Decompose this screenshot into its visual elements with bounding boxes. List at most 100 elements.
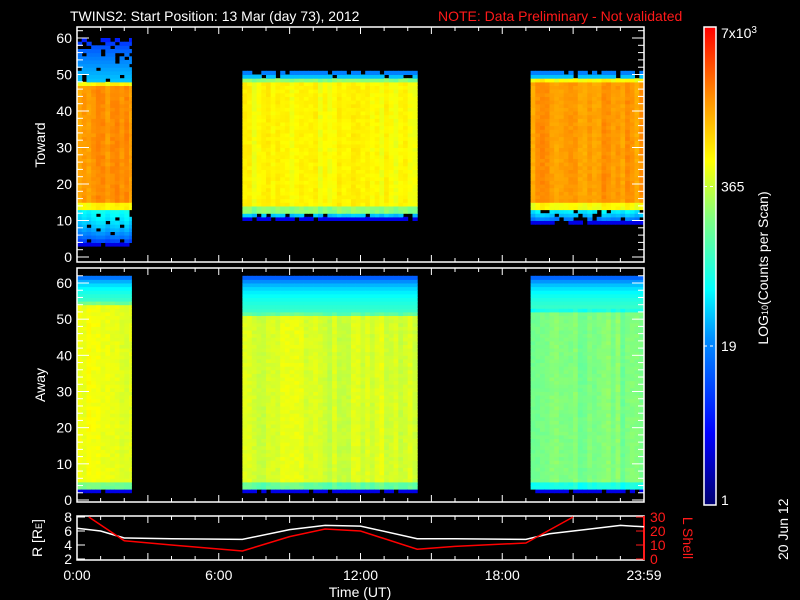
heatmap-cell: [610, 107, 617, 112]
heatmap-cell: [554, 136, 560, 141]
heatmap-cell: [284, 358, 291, 363]
heatmap-cell: [280, 136, 286, 141]
heatmap-cell: [270, 290, 276, 295]
heatmap-cell: [407, 78, 413, 83]
heatmap-cell: [280, 311, 286, 316]
heatmap-cell: [322, 216, 328, 221]
heatmap-cell: [242, 409, 248, 414]
heatmap-cell: [266, 319, 272, 324]
heatmap-cell: [398, 213, 404, 218]
heatmap-cell: [403, 216, 409, 221]
heatmap-cell: [294, 474, 300, 479]
heatmap-cell: [266, 402, 272, 407]
heatmap-cell: [313, 100, 319, 105]
heatmap-cell: [275, 311, 281, 316]
heatmap-cell: [242, 434, 248, 439]
heatmap-cell: [341, 103, 347, 108]
heatmap-cell: [256, 449, 262, 454]
heatmap-cell: [374, 173, 380, 178]
heatmap-cell: [289, 358, 295, 363]
heatmap-cell: [280, 348, 286, 353]
heatmap-cell: [105, 416, 111, 421]
heatmap-cell: [105, 366, 111, 371]
heatmap-cell: [86, 227, 92, 232]
heatmap-cell: [129, 238, 132, 243]
heatmap-cell: [110, 304, 116, 309]
heatmap-cell: [596, 92, 602, 97]
heatmap-cell: [610, 89, 617, 94]
heatmap-cell: [398, 143, 404, 148]
heatmap-cell: [327, 474, 333, 479]
heatmap-cell: [266, 420, 272, 425]
heatmap-cell: [289, 478, 295, 483]
heatmap-cell: [247, 322, 253, 327]
heatmap-cell: [563, 114, 569, 119]
heatmap-cell: [535, 151, 541, 156]
heatmap-cell: [275, 184, 281, 189]
heatmap-cell: [587, 103, 593, 108]
heatmap-cell: [251, 136, 257, 141]
heatmap-cell: [596, 194, 602, 200]
heatmap-cell: [313, 467, 319, 472]
heatmap-cell: [384, 118, 390, 123]
heatmap-cell: [284, 165, 291, 170]
heatmap-cell: [124, 297, 130, 302]
heatmap-cell: [266, 132, 272, 138]
heatmap-cell: [327, 111, 333, 116]
heatmap-cell: [407, 140, 413, 145]
heatmap-cell: [346, 140, 352, 145]
heatmap-cell: [105, 231, 111, 236]
heatmap-cell: [251, 154, 257, 159]
heatmap-cell: [355, 162, 361, 167]
heatmap-cell: [105, 209, 111, 214]
heatmap-cell: [308, 70, 314, 75]
heatmap-cell: [582, 74, 588, 79]
heatmap-cell: [554, 209, 560, 214]
heatmap-cell: [379, 173, 385, 178]
heatmap-cell: [341, 129, 347, 134]
heatmap-cell: [91, 45, 97, 50]
heatmap-cell: [284, 355, 291, 360]
heatmap-cell: [119, 283, 125, 288]
heatmap-cell: [563, 107, 569, 112]
heatmap-cell: [91, 387, 97, 392]
heatmap-cell: [403, 121, 409, 127]
heatmap-cell: [327, 129, 333, 134]
heatmap-cell: [318, 96, 324, 101]
heatmap-cell: [110, 118, 116, 123]
heatmap-cell: [275, 125, 281, 130]
heatmap-cell: [86, 111, 92, 116]
heatmap-cell: [256, 78, 262, 83]
heatmap-cell: [247, 180, 253, 185]
heatmap-cell: [261, 89, 267, 94]
heatmap-cell: [86, 384, 92, 389]
heatmap-cell: [313, 344, 319, 349]
heatmap-cell: [119, 67, 125, 72]
heatmap-cell: [540, 216, 546, 221]
heatmap-cell: [129, 111, 132, 116]
heatmap-cell: [634, 140, 640, 145]
heatmap-cell: [332, 445, 338, 450]
heatmap-cell: [346, 136, 352, 141]
heatmap-cell: [91, 100, 97, 105]
heatmap-cell: [270, 140, 276, 145]
heatmap-cell: [388, 114, 394, 119]
heatmap-cell: [303, 456, 309, 461]
heatmap-cell: [86, 344, 92, 349]
heatmap-cell: [606, 184, 612, 189]
heatmap-cell: [77, 198, 83, 203]
heatmap-cell: [327, 445, 333, 450]
heatmap-cell: [299, 286, 305, 291]
heatmap-cell: [289, 216, 295, 221]
heatmap-cell: [105, 191, 111, 196]
heatmap-cell: [577, 70, 583, 75]
heatmap-cell: [563, 136, 569, 141]
heatmap-cell: [284, 380, 291, 385]
heatmap-cell: [336, 96, 343, 101]
heatmap-cell: [266, 81, 272, 86]
heatmap-cell: [114, 235, 120, 240]
heatmap-cell: [275, 344, 281, 349]
heatmap-cell: [398, 114, 404, 119]
heatmap-cell: [247, 474, 253, 479]
heatmap-cell: [299, 460, 305, 465]
